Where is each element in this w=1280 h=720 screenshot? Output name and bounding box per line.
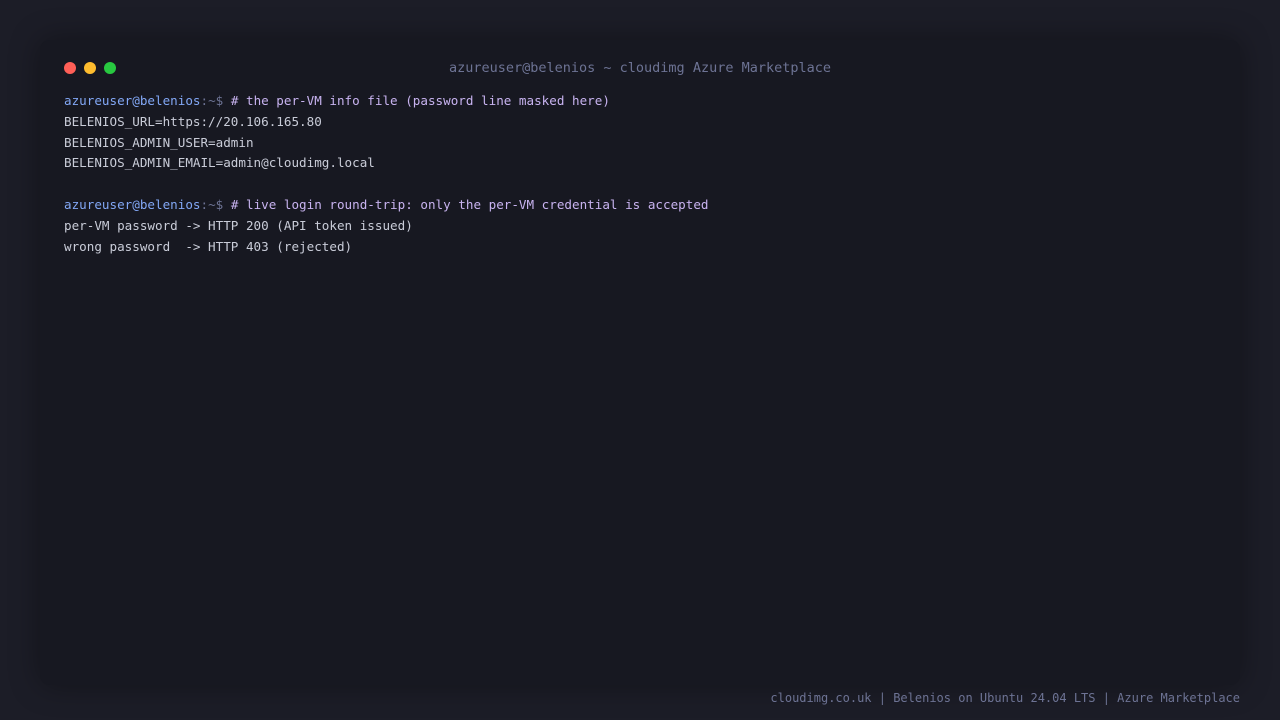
terminal-output[interactable]: azureuser@belenios:~$ # the per-VM info …: [64, 91, 1214, 258]
footer-caption: cloudimg.co.uk | Belenios on Ubuntu 24.0…: [770, 691, 1240, 705]
output-line: BELENIOS_ADMIN_USER=admin: [64, 134, 254, 150]
prompt-path: :~$: [200, 93, 224, 108]
prompt-user-host: azureuser@belenios: [64, 197, 201, 213]
title-bar: azureuser@belenios ~ cloudimg Azure Mark…: [40, 40, 1240, 96]
output-line: per-VM password -> HTTP 200 (API token i…: [64, 217, 413, 233]
window-title: azureuser@belenios ~ cloudimg Azure Mark…: [448, 60, 831, 76]
prompt-line: azureuser@belenios:~$ # the per-VM info …: [64, 91, 1214, 112]
output-line: wrong password -> HTTP 403 (rejected): [64, 238, 353, 254]
terminal-window: azureuser@belenios ~ cloudimg Azure Mark…: [40, 40, 1240, 685]
output-line: BELENIOS_ADMIN_EMAIL=admin@cloudimg.loca…: [64, 155, 375, 171]
output-line: BELENIOS_URL=https://20.106.165.80: [64, 113, 322, 129]
prompt-user-host: azureuser@belenios: [64, 93, 201, 108]
prompt-path: :~$: [200, 197, 224, 213]
prompt-line: azureuser@belenios:~$ # live login round…: [64, 195, 1214, 216]
command-text: # live login round-trip: only the per-VM…: [223, 197, 709, 213]
command-text: # the per-VM info file (password line ma…: [223, 93, 610, 108]
